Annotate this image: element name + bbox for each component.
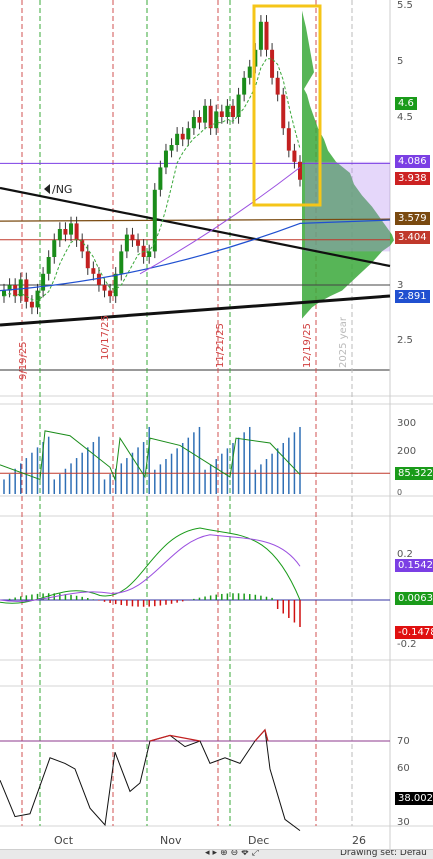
date-label-10-17-25: 10/17/25 xyxy=(100,315,111,360)
scroll-right-icon[interactable]: ▸ xyxy=(213,850,221,858)
candle-body-29 xyxy=(163,150,168,168)
drag-icon[interactable]: ✥ xyxy=(241,850,252,858)
candle-body-46 xyxy=(258,21,263,50)
rsi-tick-30: 30 xyxy=(397,817,410,828)
osc1-tick-0: 0 xyxy=(397,488,403,497)
candle-body-50 xyxy=(281,94,286,129)
trendline-lower xyxy=(0,294,391,327)
candle-body-39 xyxy=(219,111,224,117)
candle-body-15 xyxy=(85,251,90,269)
zoom-in-icon[interactable]: ⊕ xyxy=(220,850,231,858)
month-label-26: 26 xyxy=(352,834,366,847)
candle-body-37 xyxy=(208,105,213,129)
candle-body-35 xyxy=(197,117,202,123)
chart-canvas[interactable] xyxy=(0,0,433,858)
candle-body-52 xyxy=(292,150,297,162)
osc1-tick-200: 200 xyxy=(397,446,417,457)
osc2-signal-tag: 0.15425 xyxy=(395,559,433,572)
candle-body-5 xyxy=(29,301,34,308)
candle-body-22 xyxy=(124,234,129,252)
rsi-overbought-segment xyxy=(149,728,269,742)
candle-body-21 xyxy=(119,251,124,274)
price-tag-3-579: 3.579 xyxy=(395,212,430,225)
candle-body-31 xyxy=(175,133,180,145)
price-tag-3-938: 3.938 xyxy=(395,172,430,185)
candle-body-40 xyxy=(225,105,230,117)
expand-icon[interactable]: ⤢ xyxy=(252,850,262,858)
scroll-left-icon[interactable]: ◂ xyxy=(205,850,213,858)
ticker-label: /NG xyxy=(52,183,73,196)
osc2-tick-neg-0-2: -0.2 xyxy=(397,639,417,650)
date-label-9-19-25: 9/19/25 xyxy=(18,341,29,380)
price-tag-4-086: 4.086 xyxy=(395,155,430,168)
candle-body-12 xyxy=(69,223,74,235)
osc1-value-tag: 85.322 xyxy=(395,467,433,480)
candle-body-2 xyxy=(13,285,18,297)
zoom-out-icon[interactable]: ⊖ xyxy=(231,850,242,858)
candle-body-48 xyxy=(270,49,275,78)
candle-body-47 xyxy=(264,21,269,50)
price-tick-5: 5 xyxy=(397,56,404,67)
price-tick-5-5: 5.5 xyxy=(397,0,413,11)
candle-body-13 xyxy=(74,223,79,241)
price-tag-3-404: 3.404 xyxy=(395,231,430,244)
candle-body-6 xyxy=(35,290,40,308)
candle-body-43 xyxy=(242,77,247,95)
candle-body-17 xyxy=(96,273,101,285)
value-area-zone xyxy=(305,161,390,252)
candle-body-53 xyxy=(298,161,302,180)
candle-body-20 xyxy=(113,273,118,297)
candle-body-23 xyxy=(130,234,135,241)
year-label: 2025 year xyxy=(338,317,349,368)
candle-body-44 xyxy=(247,66,252,78)
candle-body-30 xyxy=(169,145,174,151)
candle-body-11 xyxy=(63,229,68,235)
osc2-macd-line xyxy=(0,527,301,604)
candle-body-32 xyxy=(180,133,185,140)
toolbar-icons[interactable]: ◂▸⊕⊖✥⤢ xyxy=(205,850,262,858)
osc2-macd-tag: 0.00638 xyxy=(395,592,433,605)
osc1-tick-300: 300 xyxy=(397,418,417,429)
candle-body-51 xyxy=(286,128,291,151)
candle-body-16 xyxy=(91,268,96,274)
candle-body-18 xyxy=(102,285,107,291)
ticker-symbol[interactable]: /NG xyxy=(44,183,72,196)
month-label-dec: Dec xyxy=(248,834,270,847)
price-tag-4-6: 4.6 xyxy=(395,97,417,110)
candle-body-27 xyxy=(152,189,157,252)
candle-body-19 xyxy=(108,290,113,297)
candle-body-26 xyxy=(147,251,152,257)
price-tick-2-5: 2.5 xyxy=(397,335,413,346)
price-tag-2-891: 2.891 xyxy=(395,290,430,303)
candle-body-24 xyxy=(136,240,141,246)
candle-body-14 xyxy=(80,240,85,252)
osc2-signal-line xyxy=(0,534,301,602)
month-label-oct: Oct xyxy=(54,834,74,847)
date-label-11-21-25: 11/21/25 xyxy=(215,323,226,368)
candle-body-4 xyxy=(24,279,29,302)
month-label-nov: Nov xyxy=(160,834,182,847)
candle-body-9 xyxy=(52,240,57,257)
candle-body-8 xyxy=(46,257,51,274)
rsi-value-tag: 38.0024 xyxy=(395,792,433,805)
candle-body-28 xyxy=(158,167,163,190)
collapse-triangle-icon[interactable] xyxy=(44,184,50,194)
rsi-tick-60: 60 xyxy=(397,763,410,774)
candle-body-33 xyxy=(186,128,191,140)
candle-body-7 xyxy=(41,273,46,291)
candle-body-38 xyxy=(214,111,219,129)
candle-body-49 xyxy=(275,77,280,95)
candle-body-10 xyxy=(57,229,62,241)
candle-body-36 xyxy=(203,105,208,123)
rsi-line xyxy=(0,728,301,832)
osc2-hist-tag: -0.14787 xyxy=(395,626,433,639)
candle-body-41 xyxy=(230,105,235,117)
rsi-tick-70: 70 xyxy=(397,736,410,747)
candle-body-34 xyxy=(191,117,196,129)
price-tick-4-5: 4.5 xyxy=(397,112,413,123)
date-label-12-19-25: 12/19/25 xyxy=(302,323,313,368)
drawing-set-label[interactable]: Drawing set: Defau xyxy=(340,850,427,858)
